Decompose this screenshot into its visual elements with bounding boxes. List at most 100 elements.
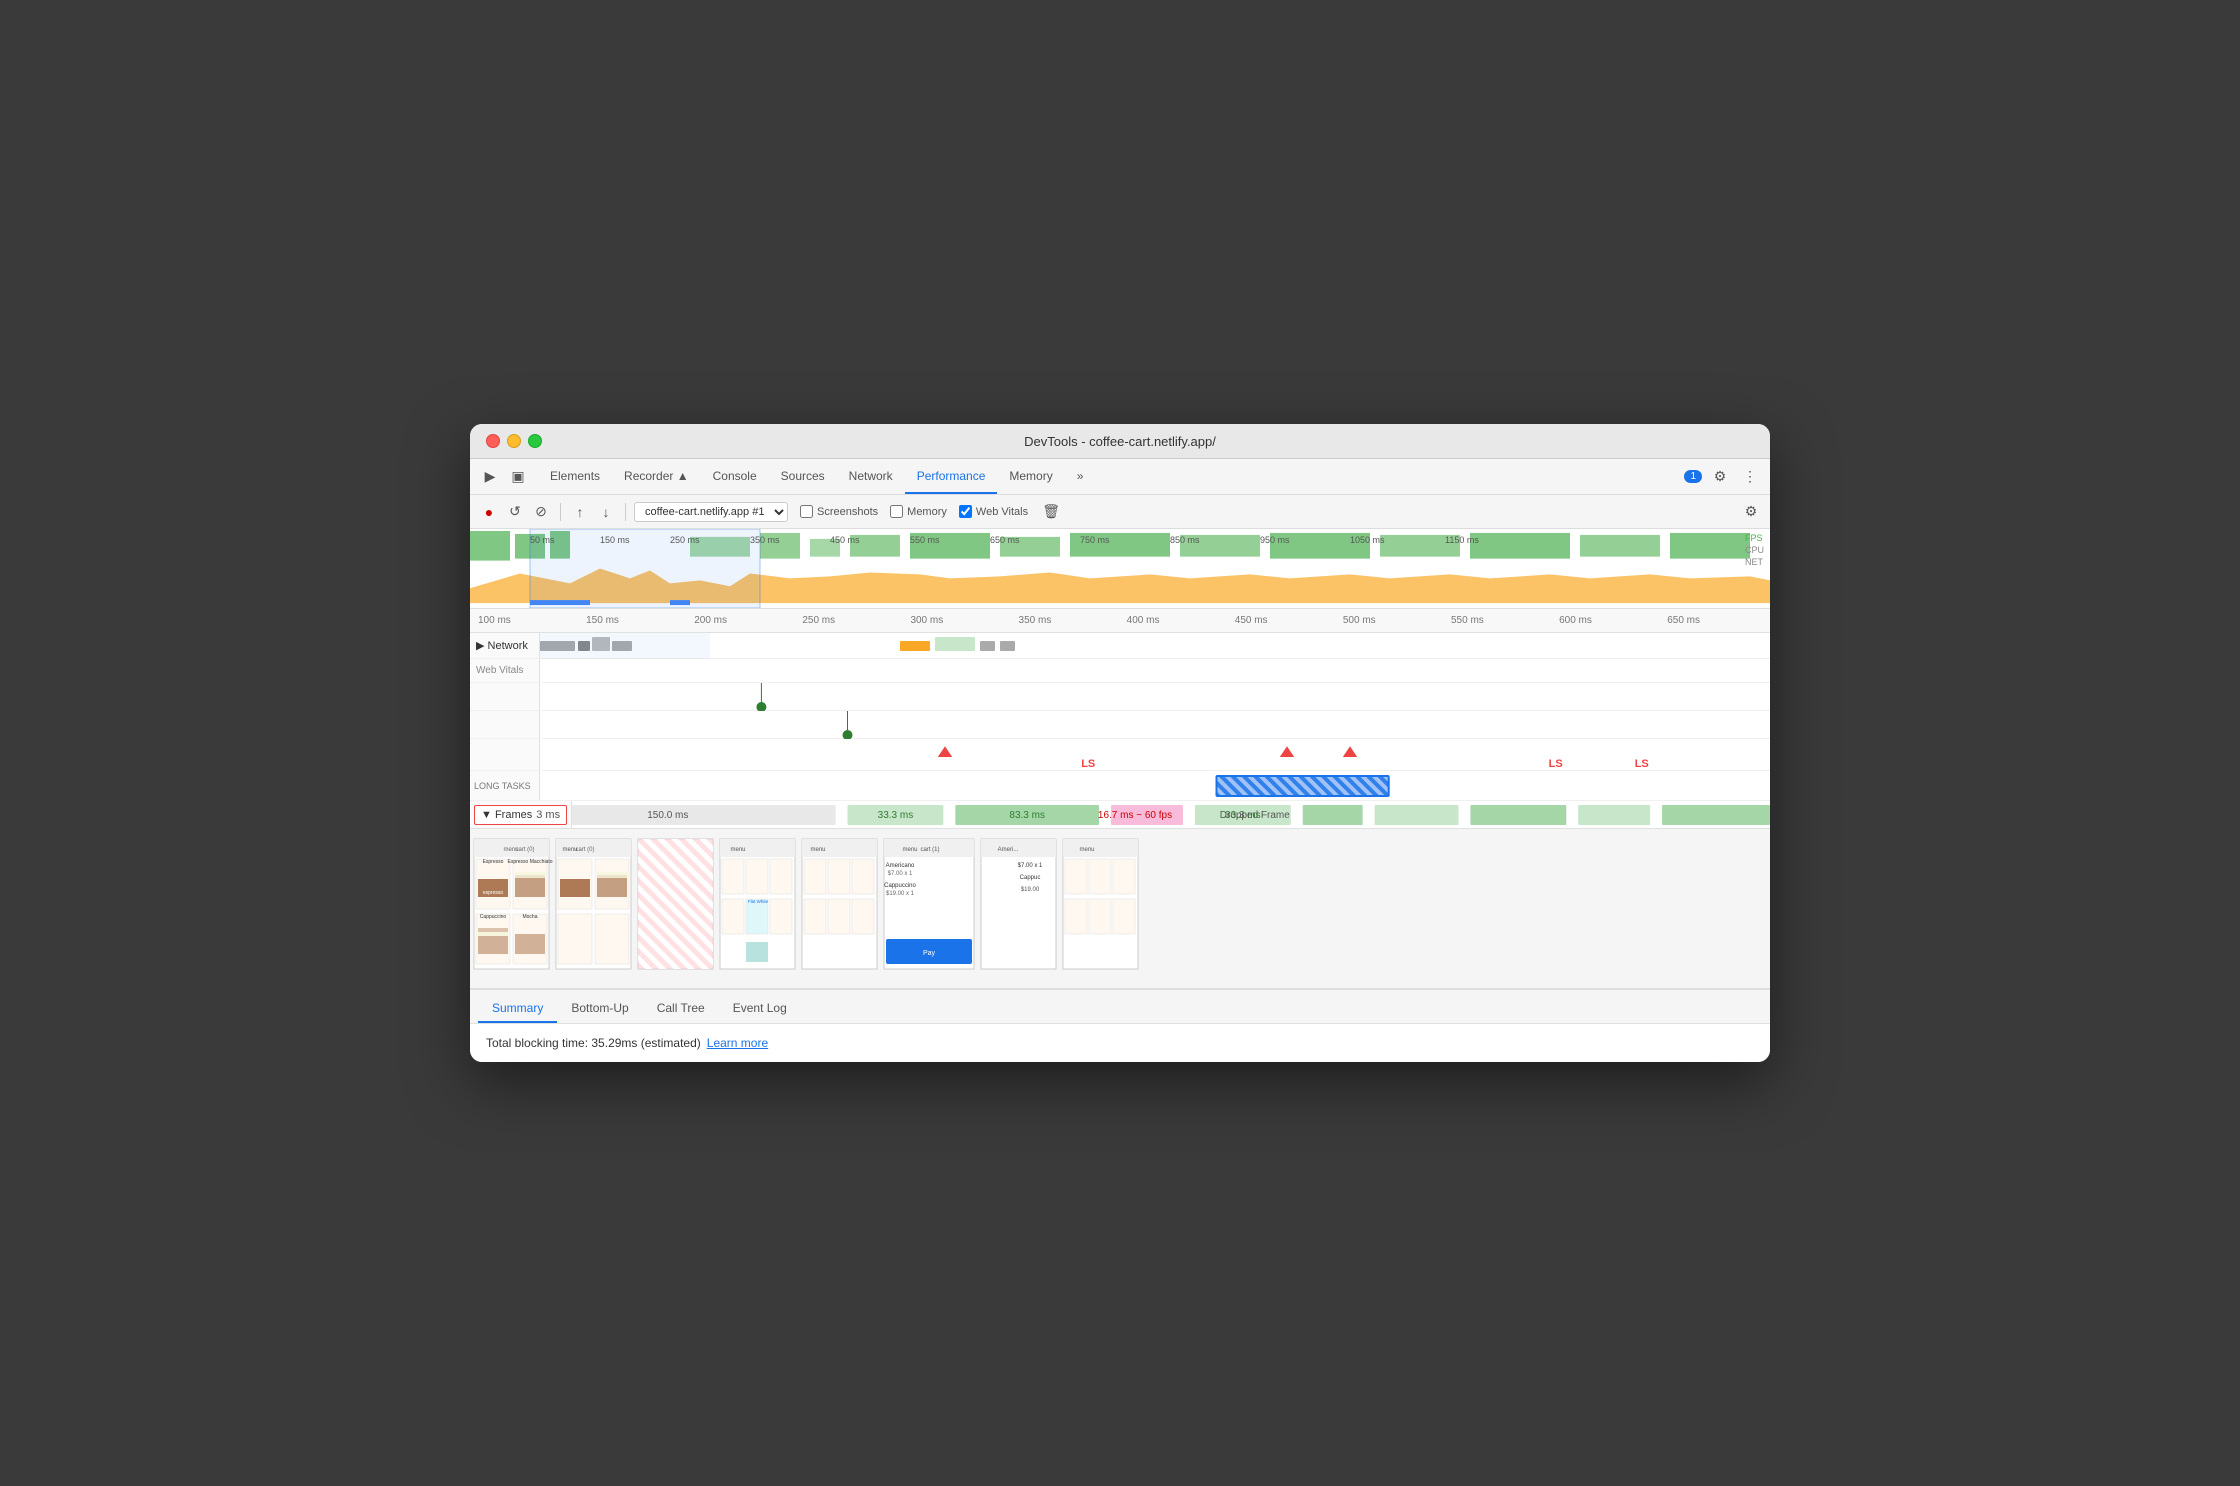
tab-sources[interactable]: Sources bbox=[769, 459, 837, 494]
svg-text:Pay: Pay bbox=[923, 950, 936, 957]
svg-text:550 ms: 550 ms bbox=[910, 535, 940, 545]
svg-text:Mocha: Mocha bbox=[522, 914, 537, 920]
nav-icons: ▶ ▣ bbox=[478, 465, 530, 489]
network-row: ▶ Network bbox=[470, 633, 1770, 659]
tab-memory[interactable]: Memory bbox=[997, 459, 1064, 494]
toolbar-separator-2 bbox=[625, 503, 626, 521]
network-track[interactable] bbox=[540, 633, 1770, 659]
nav-tabs: Elements Recorder ▲ Console Sources Netw… bbox=[538, 459, 1684, 494]
ruler-marks: 100 ms 150 ms 200 ms 250 ms 300 ms 350 m… bbox=[478, 615, 1700, 626]
svg-text:750 ms: 750 ms bbox=[1080, 535, 1110, 545]
tab-performance[interactable]: Performance bbox=[905, 459, 998, 494]
tab-event-log[interactable]: Event Log bbox=[719, 995, 801, 1023]
overview-panel: 50 ms 150 ms 250 ms 350 ms 450 ms 550 ms… bbox=[470, 529, 1770, 609]
svg-text:50 ms: 50 ms bbox=[530, 535, 555, 545]
ruler-mark-7: 450 ms bbox=[1235, 615, 1268, 626]
tab-elements[interactable]: Elements bbox=[538, 459, 612, 494]
tab-console[interactable]: Console bbox=[701, 459, 769, 494]
frames-label[interactable]: ▼ Frames 3 ms bbox=[474, 805, 567, 825]
memory-checkbox-label[interactable]: Memory bbox=[890, 505, 947, 518]
svg-text:Cappuc: Cappuc bbox=[1020, 875, 1041, 881]
inspect-icon[interactable]: ▶ bbox=[478, 465, 502, 489]
timeline-ruler: 100 ms 150 ms 200 ms 250 ms 300 ms 350 m… bbox=[470, 609, 1770, 633]
clear-button[interactable]: ⊘ bbox=[530, 501, 552, 523]
web-vitals-checkbox[interactable] bbox=[959, 505, 972, 518]
screenshots-svg: menu cart (0) espresso Espresso Espresso… bbox=[470, 829, 1770, 988]
svg-text:650 ms: 650 ms bbox=[990, 535, 1020, 545]
window-title: DevTools - coffee-cart.netlify.app/ bbox=[1024, 434, 1216, 449]
nav-right: 1 ⚙ ⋮ bbox=[1684, 465, 1762, 489]
svg-text:cart (0): cart (0) bbox=[575, 847, 594, 853]
screenshots-checkbox-label[interactable]: Screenshots bbox=[800, 505, 878, 518]
tab-recorder[interactable]: Recorder ▲ bbox=[612, 459, 701, 494]
perf-settings-button[interactable]: ⚙ bbox=[1740, 501, 1762, 523]
svg-text:LS: LS bbox=[1635, 758, 1649, 770]
svg-text:$7.00 x 1: $7.00 x 1 bbox=[1018, 863, 1043, 869]
svg-text:33.3 ms: 33.3 ms bbox=[878, 810, 914, 821]
screenshots-strip: menu cart (0) espresso Espresso Espresso… bbox=[470, 829, 1770, 989]
svg-text:83.3 ms: 83.3 ms bbox=[1009, 810, 1045, 821]
ls-label bbox=[470, 739, 540, 770]
svg-text:1150 ms: 1150 ms bbox=[1445, 535, 1479, 545]
maximize-button[interactable] bbox=[528, 434, 542, 448]
tab-call-tree[interactable]: Call Tree bbox=[643, 995, 719, 1023]
bottom-tabs: Summary Bottom-Up Call Tree Event Log bbox=[470, 989, 1770, 1023]
more-options-icon[interactable]: ⋮ bbox=[1738, 465, 1762, 489]
ruler-mark-1: 150 ms bbox=[586, 615, 619, 626]
svg-text:Ameri...: Ameri... bbox=[998, 847, 1019, 853]
screenshots-checkbox[interactable] bbox=[800, 505, 813, 518]
svg-text:$19.00: $19.00 bbox=[1021, 887, 1040, 893]
svg-text:Espresso Macchiato: Espresso Macchiato bbox=[507, 859, 552, 865]
target-select[interactable]: coffee-cart.netlify.app #1 bbox=[634, 502, 788, 522]
toolbar: ● ↺ ⊘ ↑ ↓ coffee-cart.netlify.app #1 Scr… bbox=[470, 495, 1770, 529]
tab-summary[interactable]: Summary bbox=[478, 995, 557, 1023]
vitals-track-1 bbox=[540, 683, 1770, 711]
svg-text:cart (0): cart (0) bbox=[515, 847, 534, 853]
ruler-mark-0: 100 ms bbox=[478, 615, 511, 626]
tab-more[interactable]: » bbox=[1065, 459, 1096, 494]
minimize-button[interactable] bbox=[507, 434, 521, 448]
summary-area: Total blocking time: 35.29ms (estimated)… bbox=[470, 1023, 1770, 1062]
network-label[interactable]: ▶ Network bbox=[470, 633, 540, 658]
memory-checkbox[interactable] bbox=[890, 505, 903, 518]
net-label: NET bbox=[1745, 557, 1764, 567]
svg-text:LS: LS bbox=[1549, 758, 1563, 770]
title-bar: DevTools - coffee-cart.netlify.app/ bbox=[470, 424, 1770, 459]
ruler-mark-9: 550 ms bbox=[1451, 615, 1484, 626]
trash-button[interactable]: 🗑 bbox=[1040, 501, 1062, 523]
svg-text:LS: LS bbox=[1081, 758, 1095, 770]
vitals-svg-2 bbox=[540, 711, 1770, 739]
record-button[interactable]: ● bbox=[478, 501, 500, 523]
frames-svg: 150.0 ms 33.3 ms 83.3 ms 33.3 ms bbox=[572, 801, 1770, 828]
device-icon[interactable]: ▣ bbox=[506, 465, 530, 489]
tab-network[interactable]: Network bbox=[837, 459, 905, 494]
long-tasks-row: LONG TASKS bbox=[470, 771, 1770, 801]
download-button[interactable]: ↓ bbox=[595, 501, 617, 523]
fps-label: FPS bbox=[1745, 533, 1764, 543]
vitals-svg-1 bbox=[540, 683, 1770, 711]
svg-text:menu: menu bbox=[902, 847, 917, 853]
overview-chart: 50 ms 150 ms 250 ms 350 ms 450 ms 550 ms… bbox=[470, 529, 1770, 608]
ruler-mark-8: 500 ms bbox=[1343, 615, 1376, 626]
learn-more-link[interactable]: Learn more bbox=[707, 1036, 768, 1050]
web-vitals-label-row: Web Vitals bbox=[470, 659, 1770, 683]
settings-icon[interactable]: ⚙ bbox=[1708, 465, 1732, 489]
svg-text:Cappuccino: Cappuccino bbox=[884, 883, 916, 889]
vitals-track-2 bbox=[540, 711, 1770, 739]
frames-label-container: ▼ Frames 3 ms bbox=[470, 801, 572, 828]
summary-text: Total blocking time: 35.29ms (estimated)… bbox=[486, 1036, 1754, 1050]
traffic-lights bbox=[486, 434, 542, 448]
ruler-mark-11: 650 ms bbox=[1667, 615, 1700, 626]
web-vitals-checkbox-label[interactable]: Web Vitals bbox=[959, 505, 1028, 518]
svg-text:250 ms: 250 ms bbox=[670, 535, 700, 545]
chat-badge[interactable]: 1 bbox=[1684, 470, 1702, 483]
toolbar-checkboxes: Screenshots Memory Web Vitals 🗑 bbox=[800, 501, 1062, 523]
ruler-mark-3: 250 ms bbox=[802, 615, 835, 626]
upload-button[interactable]: ↑ bbox=[569, 501, 591, 523]
tab-bottom-up[interactable]: Bottom-Up bbox=[557, 995, 642, 1023]
web-vitals-track bbox=[540, 661, 1770, 681]
close-button[interactable] bbox=[486, 434, 500, 448]
ls-svg: LS LS LS bbox=[540, 739, 1770, 771]
svg-text:350 ms: 350 ms bbox=[750, 535, 780, 545]
reload-button[interactable]: ↺ bbox=[504, 501, 526, 523]
